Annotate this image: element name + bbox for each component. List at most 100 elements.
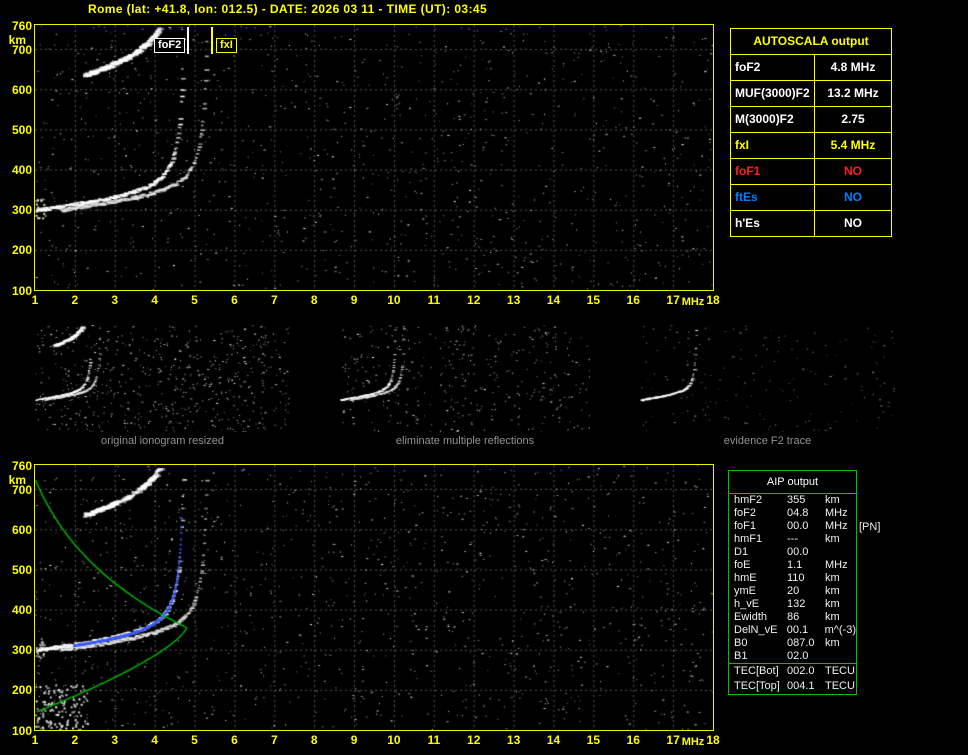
bottom-ionogram-canvas bbox=[35, 465, 713, 730]
param-value: 087.0 bbox=[787, 637, 815, 649]
table-row-b1: B1 02.0 bbox=[729, 650, 856, 663]
table-row-hes: h'Es NO bbox=[731, 210, 891, 236]
table-row-tec-bot: TEC[Bot] 002.0 TECU bbox=[729, 663, 856, 679]
y-axis-tick: 200 bbox=[11, 683, 32, 698]
param-name: foF2 bbox=[734, 507, 757, 519]
x-axis-tick: 3 bbox=[111, 733, 119, 747]
x-axis-tick: 14 bbox=[546, 293, 561, 307]
param-value: 13.2 MHz bbox=[827, 86, 879, 100]
param-name: hmF2 bbox=[734, 494, 763, 506]
x-axis-tick: 7 bbox=[270, 733, 278, 747]
x-axis-tick: 5 bbox=[191, 733, 198, 747]
param-value: --- bbox=[787, 533, 798, 545]
table-row-delnve: DelN_vE 00.1 m^(-3) bbox=[729, 624, 856, 637]
param-unit bbox=[825, 650, 856, 663]
table-row-muf3000f2: MUF(3000)F2 13.2 MHz bbox=[731, 80, 891, 106]
thumbnail-evidence-f2-trace: evidence F2 trace bbox=[640, 325, 895, 447]
table-row-fxi: fxI 5.4 MHz bbox=[731, 132, 891, 158]
x-axis-tick: 1 bbox=[31, 293, 39, 307]
param-unit: km bbox=[825, 494, 840, 506]
param-value: 355 bbox=[787, 494, 806, 506]
x-axis-tick: 18 bbox=[706, 293, 720, 307]
y-axis-tick: 600 bbox=[11, 522, 32, 537]
y-axis-tick: 100 bbox=[11, 723, 32, 738]
table-row-hmf2: hmF2 355 km bbox=[729, 494, 856, 507]
param-name: B1 bbox=[734, 650, 748, 662]
param-name: ymE bbox=[734, 585, 756, 597]
x-axis-tick: 10 bbox=[387, 733, 401, 747]
param-name: foF2 bbox=[731, 55, 815, 80]
autoscala-table-title: AUTOSCALA output bbox=[731, 29, 891, 55]
param-value: 004.1 bbox=[787, 680, 815, 692]
y-axis-tick: 300 bbox=[11, 643, 32, 658]
y-axis-tick: 300 bbox=[11, 203, 32, 218]
x-axis-tick: 13 bbox=[506, 733, 521, 747]
table-row-d1: D1 00.0 bbox=[729, 546, 856, 559]
param-name: M(3000)F2 bbox=[731, 107, 815, 132]
param-name: hmF1 bbox=[734, 533, 763, 545]
thumbnail-canvas bbox=[640, 325, 895, 432]
table-row-b0: B0 087.0 km bbox=[729, 637, 856, 650]
autoscala-output-table: AUTOSCALA output foF2 4.8 MHz MUF(3000)F… bbox=[730, 28, 892, 237]
x-axis-tick: 2 bbox=[71, 293, 79, 307]
x-axis-tick: 12 bbox=[467, 293, 481, 307]
y-axis-tick: 400 bbox=[11, 603, 32, 618]
x-axis-tick: 11 bbox=[427, 293, 441, 307]
page-title: Rome (lat: +41.8, lon: 012.5) - DATE: 20… bbox=[88, 2, 488, 16]
x-axis-tick: 17 bbox=[666, 733, 680, 747]
x-axis-tick: 15 bbox=[586, 293, 601, 307]
param-unit: km bbox=[825, 533, 840, 545]
param-name: ftEs bbox=[731, 185, 815, 210]
x-axis-tick: 16 bbox=[626, 293, 640, 307]
y-axis-tick: 500 bbox=[11, 122, 32, 137]
table-row-fof2: foF2 04.8 MHz bbox=[729, 507, 856, 520]
x-axis-tick: 9 bbox=[350, 733, 358, 747]
param-name: foF1 bbox=[731, 159, 815, 184]
x-axis-tick: 3 bbox=[111, 293, 119, 307]
top-ionogram-plot: foF2 fxI bbox=[34, 24, 714, 291]
x-axis-tick: 18 bbox=[706, 733, 720, 747]
thumbnail-caption: original ionogram resized bbox=[101, 435, 224, 447]
y-axis-unit-label: km bbox=[8, 473, 26, 487]
table-row-hve: h_vE 132 km bbox=[729, 598, 856, 611]
x-axis-tick: 8 bbox=[310, 733, 318, 747]
param-value: 132 bbox=[787, 598, 806, 610]
param-name: fxI bbox=[731, 133, 815, 158]
param-unit bbox=[825, 546, 856, 559]
table-row-foe: foE 1.1 MHz bbox=[729, 559, 856, 572]
param-value: 86 bbox=[787, 611, 800, 623]
param-value: 5.4 MHz bbox=[830, 138, 876, 152]
table-row-ftes: ftEs NO bbox=[731, 184, 891, 210]
param-unit: km bbox=[825, 637, 840, 649]
y-axis-tick: 200 bbox=[11, 243, 32, 258]
table-row-hmf1: hmF1 --- km bbox=[729, 533, 856, 546]
y-axis-tick: 760 bbox=[11, 18, 32, 33]
thumbnail-eliminate-reflections: eliminate multiple reflections bbox=[340, 325, 590, 447]
table-row-ewidth: Ewidth 86 km bbox=[729, 611, 856, 624]
param-unit: MHz bbox=[825, 520, 848, 532]
x-axis-tick: 15 bbox=[586, 733, 601, 747]
x-axis-tick: 5 bbox=[191, 293, 198, 307]
param-value: NO bbox=[844, 190, 862, 204]
x-axis-tick: 16 bbox=[626, 733, 640, 747]
param-name: h_vE bbox=[734, 598, 760, 610]
table-row-fof1: foF1 00.0 MHz bbox=[729, 520, 856, 533]
table-row-hme: hmE 110 km bbox=[729, 572, 856, 585]
bottom-ionogram-plot bbox=[34, 464, 714, 731]
x-axis-tick: 9 bbox=[350, 293, 358, 307]
x-axis-tick: 17 bbox=[666, 293, 680, 307]
x-axis-tick: 6 bbox=[231, 733, 238, 747]
param-value: 2.75 bbox=[841, 112, 865, 126]
y-axis-unit-label: km bbox=[8, 33, 26, 47]
param-unit: km bbox=[825, 585, 840, 597]
param-unit: km bbox=[825, 598, 840, 610]
table-row-yme: ymE 20 km bbox=[729, 585, 856, 598]
x-axis-tick: 8 bbox=[310, 293, 318, 307]
thumbnail-caption: eliminate multiple reflections bbox=[395, 435, 535, 447]
y-axis-tick: 400 bbox=[11, 163, 32, 178]
param-unit: km bbox=[825, 572, 840, 584]
y-axis-tick: 600 bbox=[11, 82, 32, 97]
x-axis-tick: 1 bbox=[31, 733, 39, 747]
param-value: 00.0 bbox=[787, 546, 809, 558]
param-value: NO bbox=[844, 164, 862, 178]
